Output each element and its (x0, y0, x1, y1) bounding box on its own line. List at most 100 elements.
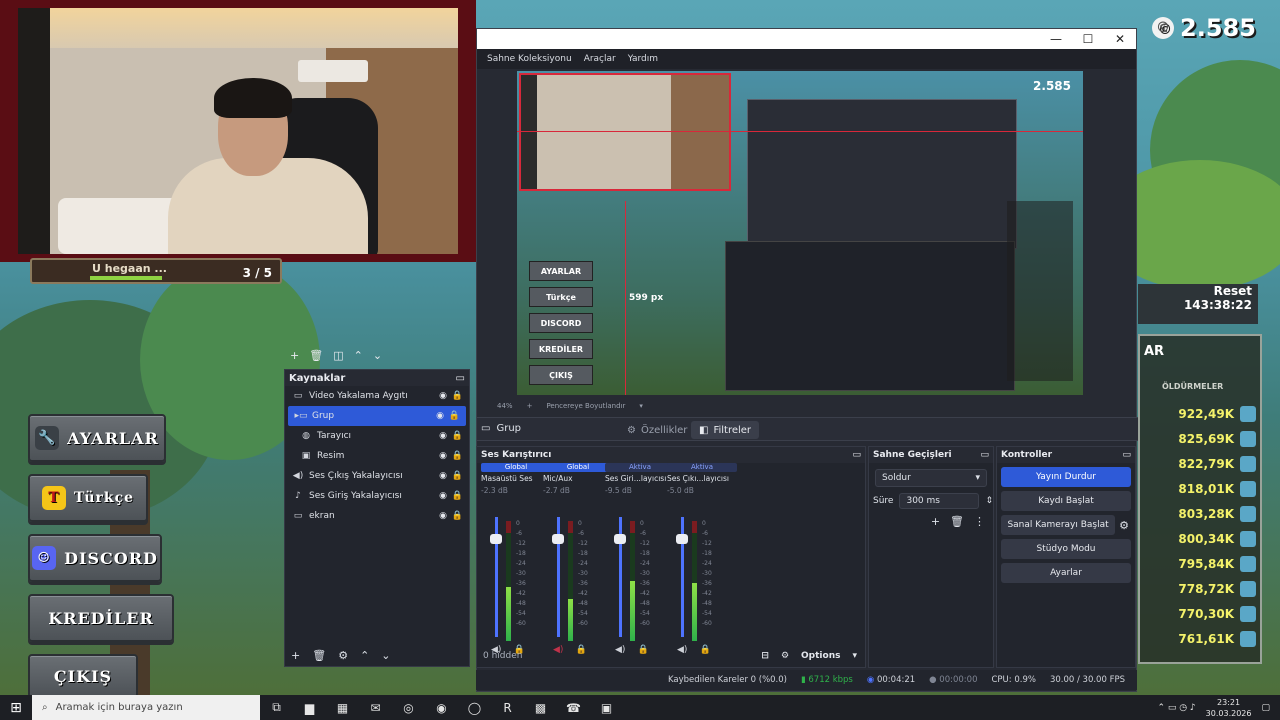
trash-icon[interactable]: 🗑 (312, 649, 326, 662)
chevron-down-icon[interactable]: ⌄ (373, 349, 382, 362)
windows-start-icon[interactable]: ⊞ (0, 700, 32, 716)
menu-tools[interactable]: Araçlar (584, 54, 616, 64)
advanced-audio-icon[interactable]: ⚙ (781, 651, 789, 661)
trash-icon[interactable]: 🗑 (309, 349, 323, 362)
source-item[interactable]: ▭ ekran ◉ 🔒 (285, 506, 469, 526)
game-credits-button[interactable]: KREDİLER (28, 594, 174, 642)
stepper-icon[interactable]: ⇕ (985, 496, 993, 506)
minimize-button[interactable]: — (1040, 32, 1072, 46)
settings-button[interactable]: Ayarlar (1001, 563, 1131, 583)
lock-icon[interactable]: 🔒 (449, 411, 460, 421)
visibility-eye-icon[interactable]: ◉ (439, 431, 447, 441)
channel-name[interactable]: Masaüstü Ses (481, 474, 551, 483)
game-button-label: Türkçe (73, 490, 135, 506)
tray-icons[interactable]: ⌃ ▭ ◷ ♪ (1157, 703, 1195, 713)
lock-icon[interactable]: 🔒 (452, 491, 463, 501)
calculator-icon[interactable]: ▦ (326, 701, 359, 715)
transition-select[interactable]: Soldur ▾ (875, 469, 987, 487)
duration-input[interactable]: 300 ms (899, 493, 980, 509)
filter-icon[interactable]: ◫ (333, 349, 343, 362)
more-icon[interactable]: ⋮ (974, 515, 985, 528)
start-recording-button[interactable]: Kaydı Başlat (1001, 491, 1131, 511)
source-item[interactable]: ▭ Video Yakalama Aygıtı ◉ 🔒 (285, 386, 469, 406)
start-virtual-camera-button[interactable]: Sanal Kamerayı Başlat (1001, 515, 1116, 535)
zoom-dropdown-icon[interactable]: ▾ (639, 402, 643, 410)
gear-icon[interactable]: ⚙ (338, 649, 348, 662)
undock-icon[interactable]: ▭ (1122, 450, 1131, 460)
folder-icon: ▭ (481, 423, 491, 434)
game-icon[interactable]: ▣ (590, 701, 623, 715)
undock-icon[interactable]: ▭ (456, 373, 465, 384)
menu-scene-collection[interactable]: Sahne Koleksiyonu (487, 54, 572, 64)
channel-name[interactable]: Ses Çıkı...layıcısı (667, 474, 737, 483)
obs-icon[interactable]: ◉ (425, 701, 458, 715)
context-bar: ▭ Grup ⚙ Özellikler ◧ Filtreler (477, 417, 1138, 441)
game-exit-button[interactable]: ÇIKIŞ (28, 654, 138, 695)
stop-stream-button[interactable]: Yayını Durdur (1001, 467, 1131, 487)
whatsapp-icon[interactable]: ☎ (557, 701, 590, 715)
visibility-eye-icon[interactable]: ◉ (439, 391, 447, 401)
layout-icon[interactable]: ⊟ (761, 651, 769, 661)
lock-icon[interactable]: 🔒 (452, 511, 463, 521)
visibility-eye-icon[interactable]: ◉ (439, 451, 447, 461)
maximize-button[interactable]: ☐ (1072, 32, 1104, 46)
lock-icon[interactable]: 🔒 (452, 471, 463, 481)
obs-preview[interactable]: 2.585 599 px AYARLAR Türkçe DISCORD KRED… (517, 71, 1083, 395)
zoom-bar: 44% + Pencereye Boyutlandır ▾ (477, 399, 1136, 413)
lock-icon[interactable]: 🔒 (452, 391, 463, 401)
zoom-in-button[interactable]: + (527, 402, 533, 410)
channel-name[interactable]: Ses Giri...layıcısı (605, 474, 675, 483)
gear-icon[interactable]: ⚙ (1119, 519, 1129, 532)
undock-icon[interactable]: ▭ (852, 450, 861, 460)
chevron-down-icon[interactable]: ▾ (852, 651, 857, 661)
volume-slider-knob[interactable] (676, 533, 688, 544)
roblox-icon[interactable]: R (491, 701, 524, 715)
chevron-down-icon[interactable]: ⌄ (381, 649, 390, 662)
lock-icon[interactable]: 🔒 (452, 451, 463, 461)
add-icon[interactable]: + (290, 349, 299, 362)
minecraft-icon[interactable]: ▩ (524, 701, 557, 715)
lock-icon[interactable]: 🔒 (452, 431, 463, 441)
fit-to-window-button[interactable]: Pencereye Boyutlandır (546, 402, 625, 410)
source-item[interactable]: ♪ Ses Giriş Yakalayıcısı ◉ 🔒 (285, 486, 469, 506)
clock[interactable]: 23:21 30.03.2026 (1206, 697, 1252, 719)
visibility-eye-icon[interactable]: ◉ (439, 471, 447, 481)
file-explorer-icon[interactable]: ▆ (293, 701, 326, 715)
source-item[interactable]: ▣ Resim ◉ 🔒 (285, 446, 469, 466)
game-language-button[interactable]: T Türkçe (28, 474, 148, 522)
close-button[interactable]: ✕ (1104, 32, 1136, 46)
studio-mode-button[interactable]: Stüdyo Modu (1001, 539, 1131, 559)
trash-icon[interactable]: 🗑 (950, 515, 964, 528)
preview-webcam-source[interactable] (519, 73, 731, 191)
app-icon[interactable]: ◯ (458, 701, 491, 715)
scenes-toolbar: + 🗑 ◫ ⌃ ⌄ (284, 345, 470, 365)
filters-button[interactable]: ◧ Filtreler (691, 421, 760, 439)
volume-slider-knob[interactable] (552, 533, 564, 544)
volume-slider-knob[interactable] (614, 533, 626, 544)
task-view-icon[interactable]: ⧉ (260, 700, 293, 715)
volume-slider-knob[interactable] (490, 533, 502, 544)
source-item[interactable]: ◍ Tarayıcı ◉ 🔒 (285, 426, 469, 446)
channel-name[interactable]: Mic/Aux (543, 474, 613, 483)
visibility-eye-icon[interactable]: ◉ (436, 411, 444, 421)
add-icon[interactable]: + (931, 515, 940, 528)
chevron-up-icon[interactable]: ⌃ (360, 649, 369, 662)
source-item[interactable]: ▸▭ Grup ◉ 🔒 (288, 406, 466, 426)
taskbar-search[interactable]: ⌕ Aramak için buraya yazın (32, 695, 260, 720)
visibility-eye-icon[interactable]: ◉ (439, 511, 447, 521)
menu-help[interactable]: Yardım (628, 54, 658, 64)
game-discord-button[interactable]: ☺ DISCORD (28, 534, 162, 582)
undock-icon[interactable]: ▭ (980, 450, 989, 460)
add-icon[interactable]: + (291, 649, 300, 662)
zoom-level[interactable]: 44% (497, 402, 513, 410)
channel-badge: Global (543, 463, 613, 472)
source-item[interactable]: ◀) Ses Çıkış Yakalayıcısı ◉ 🔒 (285, 466, 469, 486)
mail-icon[interactable]: ✉ (359, 701, 392, 715)
visibility-eye-icon[interactable]: ◉ (439, 491, 447, 501)
properties-button[interactable]: ⚙ Özellikler (619, 421, 695, 439)
chevron-up-icon[interactable]: ⌃ (354, 349, 363, 362)
notification-icon[interactable]: ▢ (1261, 703, 1270, 713)
game-settings-button[interactable]: 🔧 AYARLAR (28, 414, 166, 462)
options-button[interactable]: Options (801, 651, 840, 661)
chrome-icon[interactable]: ◎ (392, 701, 425, 715)
